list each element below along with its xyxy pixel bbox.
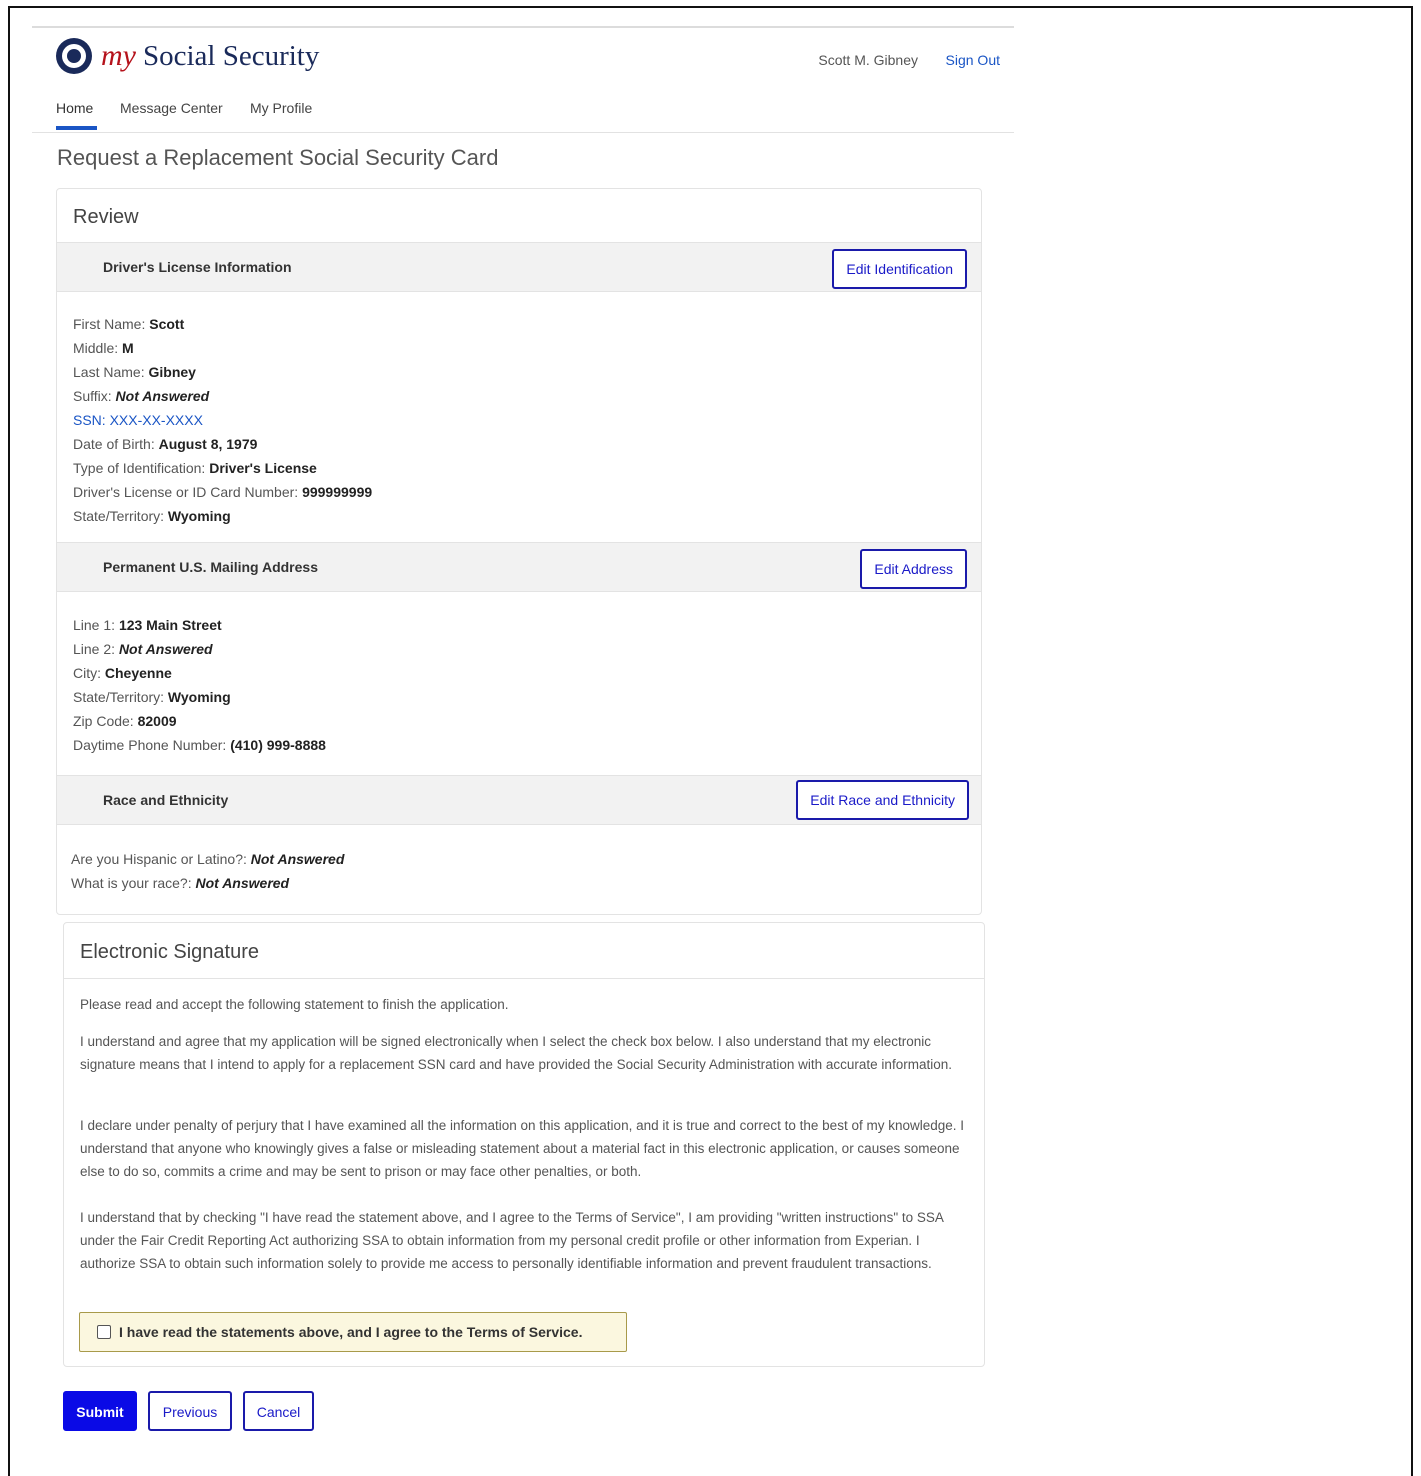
edit-race-ethnicity-button[interactable]: Edit Race and Ethnicity	[796, 780, 969, 820]
terms-checkbox[interactable]	[97, 1325, 111, 1339]
nav-home[interactable]: Home	[56, 100, 93, 116]
review-card: Review Driver's License Information Edit…	[56, 188, 982, 915]
mailing-address-heading: Permanent U.S. Mailing Address	[103, 559, 318, 575]
race-ethnicity-heading: Race and Ethnicity	[103, 792, 229, 808]
logo-social-security-text: Social Security	[142, 39, 320, 72]
address-line2-value: Not Answered	[118, 641, 213, 657]
field-label: State/Territory:	[73, 508, 168, 524]
drivers-license-fields: First Name: Scott Middle: M Last Name: G…	[73, 312, 372, 528]
drivers-license-section-header: Driver's License Information Edit Identi…	[57, 242, 981, 292]
signature-intro: Please read and accept the following sta…	[80, 997, 509, 1012]
field-label: City:	[73, 665, 105, 681]
field-row: Middle: M	[73, 336, 372, 360]
identification-type-value: Driver's License	[209, 460, 317, 476]
state-value: Wyoming	[167, 508, 231, 524]
electronic-signature-title: Electronic Signature	[80, 941, 259, 963]
field-label: First Name:	[73, 316, 150, 332]
ssn-value[interactable]: XXX-XX-XXXX	[110, 412, 203, 428]
suffix-value: Not Answered	[115, 388, 210, 404]
field-label: Zip Code:	[73, 713, 138, 729]
site-header: my Social Security Scott M. Gibney Sign …	[32, 28, 1014, 88]
field-row: State/Territory: Wyoming	[73, 504, 372, 528]
field-label: Driver's License or ID Card Number:	[73, 484, 303, 500]
field-label: Line 2:	[73, 641, 119, 657]
field-label: What is your race?:	[71, 875, 196, 891]
nav-message-center[interactable]: Message Center	[120, 100, 223, 116]
race-value: Not Answered	[195, 875, 290, 891]
sign-out-link[interactable]: Sign Out	[946, 52, 1000, 68]
license-number-value: 999999999	[302, 484, 373, 500]
mailing-address-section-header: Permanent U.S. Mailing Address Edit Addr…	[57, 542, 981, 592]
field-row: SSN: XXX-XX-XXXX	[73, 408, 372, 432]
field-row: Are you Hispanic or Latino?: Not Answere…	[71, 847, 344, 871]
field-label: Middle:	[73, 340, 123, 356]
page-title: Request a Replacement Social Security Ca…	[57, 145, 499, 170]
field-row: Line 1: 123 Main Street	[73, 613, 326, 637]
nav-active-indicator	[56, 126, 97, 130]
phone-number-value: (410) 999-8888	[230, 737, 326, 753]
field-row: Driver's License or ID Card Number: 9999…	[73, 480, 372, 504]
zip-code-value: 82009	[137, 713, 177, 729]
edit-identification-button[interactable]: Edit Identification	[832, 249, 967, 289]
submit-button[interactable]: Submit	[63, 1391, 137, 1431]
field-row: First Name: Scott	[73, 312, 372, 336]
field-row: Daytime Phone Number: (410) 999-8888	[73, 733, 326, 757]
race-ethnicity-fields: Are you Hispanic or Latino?: Not Answere…	[71, 847, 344, 895]
terms-agreement-box[interactable]: I have read the statements above, and I …	[79, 1312, 627, 1352]
terms-checkbox-label[interactable]: I have read the statements above, and I …	[119, 1324, 582, 1340]
mailing-address-fields: Line 1: 123 Main Street Line 2: Not Answ…	[73, 613, 326, 757]
field-row: State/Territory: Wyoming	[73, 685, 326, 709]
main-nav: Home Message Center My Profile	[32, 90, 1014, 133]
section-divider	[64, 978, 984, 979]
address-line1-value: 123 Main Street	[118, 617, 222, 633]
address-state-value: Wyoming	[167, 689, 231, 705]
field-row: What is your race?: Not Answered	[71, 871, 344, 895]
signature-statement-2: I declare under penalty of perjury that …	[80, 1118, 964, 1179]
field-label: Are you Hispanic or Latino?:	[71, 851, 251, 867]
field-label: Daytime Phone Number:	[73, 737, 231, 753]
user-name: Scott M. Gibney	[818, 52, 918, 68]
nav-my-profile[interactable]: My Profile	[250, 100, 312, 116]
field-label: Type of Identification:	[73, 460, 210, 476]
signature-statement-1: I understand and agree that my applicati…	[80, 1034, 952, 1072]
field-row: City: Cheyenne	[73, 661, 326, 685]
field-row: Line 2: Not Answered	[73, 637, 326, 661]
field-row: Suffix: Not Answered	[73, 384, 372, 408]
date-of-birth-value: August 8, 1979	[158, 436, 258, 452]
middle-name-value: M	[122, 340, 134, 356]
edit-address-button[interactable]: Edit Address	[860, 549, 967, 589]
last-name-value: Gibney	[148, 364, 196, 380]
electronic-signature-card: Electronic Signature Please read and acc…	[63, 922, 985, 1367]
ssa-emblem-icon	[56, 38, 92, 74]
field-row: Type of Identification: Driver's License	[73, 456, 372, 480]
drivers-license-heading: Driver's License Information	[103, 259, 292, 275]
field-label: Line 1:	[73, 617, 119, 633]
review-title: Review	[73, 206, 139, 228]
previous-button[interactable]: Previous	[148, 1391, 232, 1431]
field-label: State/Territory:	[73, 689, 168, 705]
race-ethnicity-section-header: Race and Ethnicity Edit Race and Ethnici…	[57, 775, 981, 825]
logo-my-text: my	[101, 39, 136, 72]
city-value: Cheyenne	[104, 665, 172, 681]
hispanic-latino-value: Not Answered	[250, 851, 345, 867]
field-label: SSN:	[73, 412, 110, 428]
field-row: Zip Code: 82009	[73, 709, 326, 733]
field-label: Date of Birth:	[73, 436, 159, 452]
field-row: Last Name: Gibney	[73, 360, 372, 384]
signature-statement-3: I understand that by checking "I have re…	[80, 1210, 944, 1271]
first-name-value: Scott	[149, 316, 185, 332]
cancel-button[interactable]: Cancel	[243, 1391, 314, 1431]
field-row: Date of Birth: August 8, 1979	[73, 432, 372, 456]
field-label: Last Name:	[73, 364, 149, 380]
my-social-security-logo[interactable]: my Social Security	[56, 38, 319, 74]
field-label: Suffix:	[73, 388, 116, 404]
